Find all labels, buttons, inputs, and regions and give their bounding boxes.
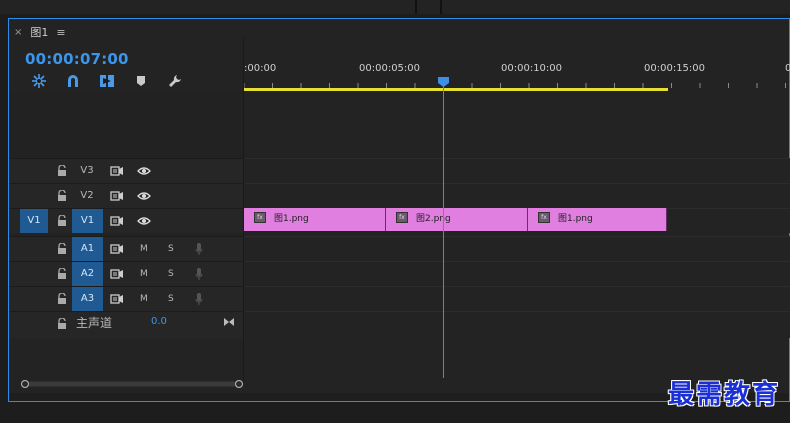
master-volume-value[interactable]: 0.0 <box>151 316 167 327</box>
playhead-line[interactable] <box>443 80 444 378</box>
top-bar <box>0 0 790 14</box>
add-marker-icon[interactable] <box>124 72 158 90</box>
panel-tab[interactable]: × 图1 ≡ <box>14 22 66 42</box>
clip-name: 图1.png <box>274 214 309 224</box>
track-header-v1: V1 V1 <box>9 208 243 233</box>
ruler-label: :00:00 <box>244 63 277 74</box>
ruler-label: 00:00:10:00 <box>501 63 563 74</box>
source-patch-v1[interactable]: V1 <box>20 209 48 233</box>
solo-button[interactable]: S <box>168 237 174 261</box>
sync-lock-icon[interactable] <box>110 294 124 304</box>
mute-button[interactable]: M <box>140 262 148 286</box>
eye-icon[interactable] <box>137 191 151 201</box>
track-label-v2[interactable]: V2 <box>77 184 97 208</box>
lock-icon[interactable] <box>57 293 67 304</box>
solo-button[interactable]: S <box>168 262 174 286</box>
clip[interactable]: fx 图1.png <box>528 208 667 231</box>
watermark-text: 最需教育 <box>668 380 781 410</box>
clip[interactable]: fx 图1.png <box>244 208 386 231</box>
track-header-v3: V3 <box>9 158 243 183</box>
close-tab-button[interactable]: × <box>14 27 22 38</box>
panel-menu-icon[interactable]: ≡ <box>56 26 65 39</box>
sync-lock-icon[interactable] <box>110 269 124 279</box>
fx-badge-icon: fx <box>254 212 266 223</box>
lock-icon[interactable] <box>57 190 67 201</box>
clip-name: 图1.png <box>558 214 593 224</box>
fx-badge-icon: fx <box>538 212 550 223</box>
track-label-a1[interactable]: A1 <box>72 237 103 261</box>
microphone-icon[interactable] <box>195 267 203 281</box>
track-label-v1[interactable]: V1 <box>72 209 103 233</box>
lock-icon[interactable] <box>57 243 67 254</box>
top-bar-divider <box>440 0 442 14</box>
sync-lock-icon[interactable] <box>110 166 124 176</box>
mute-button[interactable]: M <box>140 237 148 261</box>
track-lane-v2[interactable] <box>244 183 790 208</box>
work-area-bar[interactable] <box>244 88 668 91</box>
track-lane-a2[interactable] <box>244 261 790 286</box>
eye-icon[interactable] <box>137 166 151 176</box>
snap-insert-icon[interactable] <box>22 72 56 90</box>
lock-icon[interactable] <box>57 318 67 329</box>
sequence-title[interactable]: 图1 <box>30 24 48 40</box>
track-header-a3: A3 M S <box>9 286 243 311</box>
fx-badge-icon: fx <box>396 212 408 223</box>
ruler-label: 0 <box>785 63 790 74</box>
zoom-scrollbar[interactable] <box>20 380 244 388</box>
track-lane-a3[interactable] <box>244 286 790 311</box>
sync-lock-icon[interactable] <box>110 191 124 201</box>
track-header-a2: A2 M S <box>9 261 243 286</box>
ruler-label: 00:00:15:00 <box>644 63 706 74</box>
lock-icon[interactable] <box>57 165 67 176</box>
microphone-icon[interactable] <box>195 292 203 306</box>
track-label-a3[interactable]: A3 <box>72 287 103 311</box>
track-lane-v3[interactable] <box>244 158 790 183</box>
playhead-handle[interactable] <box>438 77 449 87</box>
track-lane-a1[interactable] <box>244 236 790 261</box>
solo-button[interactable]: S <box>168 287 174 311</box>
eye-icon[interactable] <box>137 216 151 226</box>
master-track-label: 主声道 <box>76 316 113 330</box>
sync-lock-icon[interactable] <box>110 216 124 226</box>
clip[interactable]: fx 图2.png <box>386 208 528 231</box>
linked-selection-icon[interactable] <box>90 72 124 90</box>
track-header-v2: V2 <box>9 183 243 208</box>
lock-icon[interactable] <box>57 268 67 279</box>
clip-name: 图2.png <box>416 214 451 224</box>
track-header-a1: A1 M S <box>9 236 243 261</box>
playhead-timecode[interactable]: 00:00:07:00 <box>25 50 129 68</box>
ruler-label: 00:00:05:00 <box>359 63 421 74</box>
track-header-spacer <box>9 92 243 158</box>
sync-lock-icon[interactable] <box>110 244 124 254</box>
track-label-v3[interactable]: V3 <box>77 159 97 183</box>
magnet-snap-icon[interactable] <box>56 72 90 90</box>
top-bar-divider <box>415 0 417 14</box>
microphone-icon[interactable] <box>195 242 203 256</box>
mute-button[interactable]: M <box>140 287 148 311</box>
track-header-master <box>9 311 243 338</box>
wrench-settings-icon[interactable] <box>158 72 192 90</box>
go-to-end-icon[interactable] <box>223 317 235 327</box>
timeline-toolbar <box>22 72 192 90</box>
track-lane-master[interactable] <box>244 311 790 338</box>
lock-icon[interactable] <box>57 215 67 226</box>
track-label-a2[interactable]: A2 <box>72 262 103 286</box>
